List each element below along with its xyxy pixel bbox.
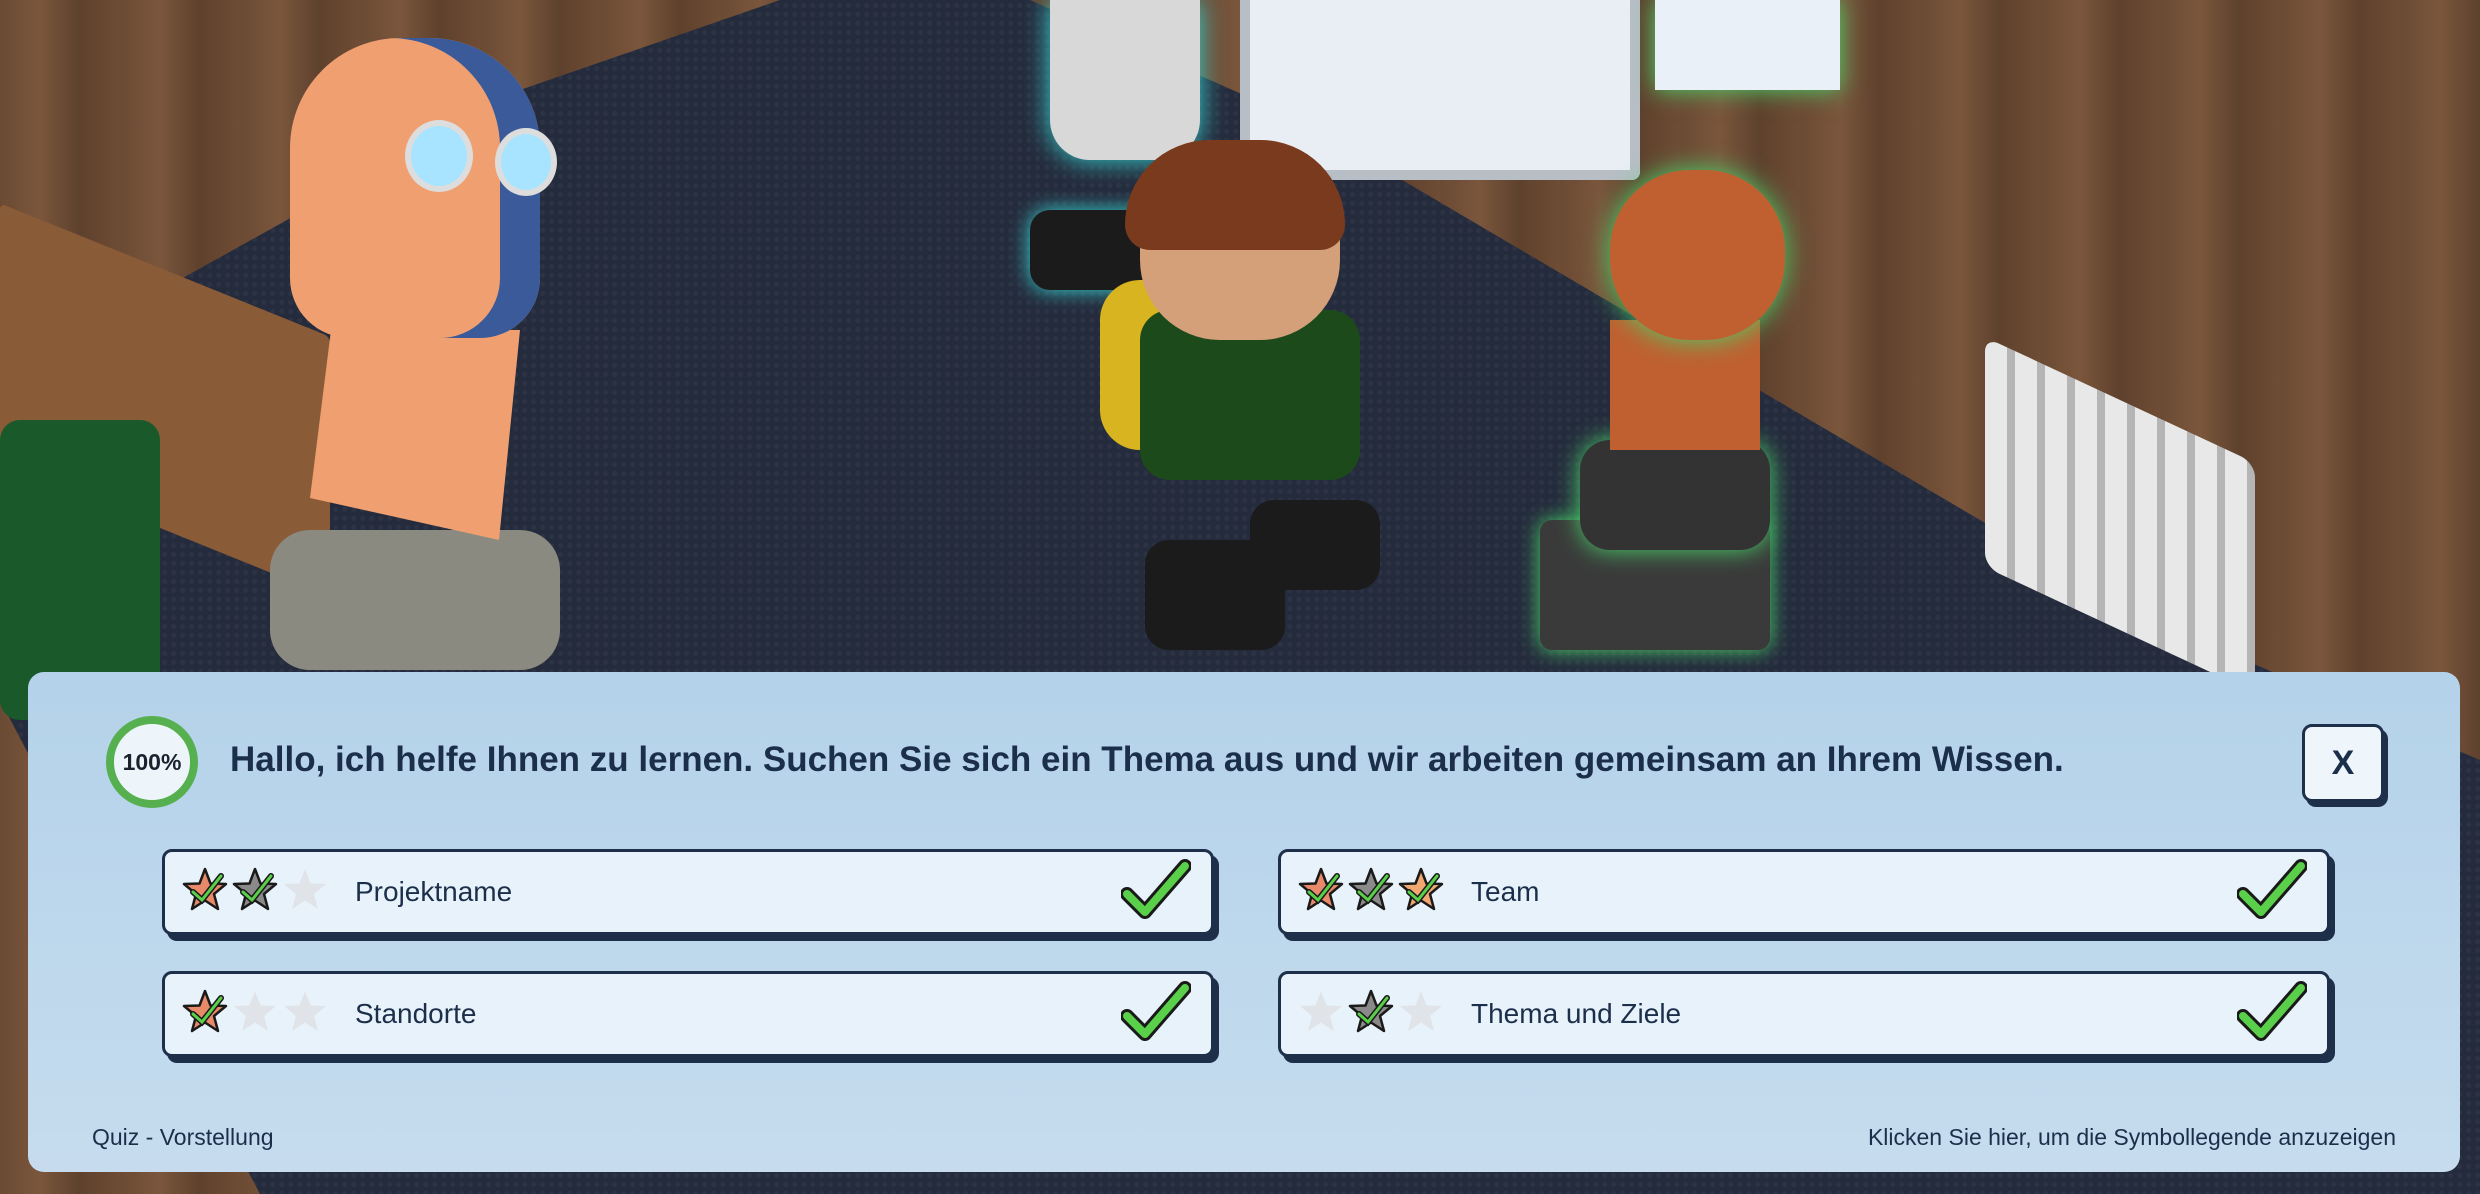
star-checked-icon bbox=[1347, 866, 1395, 914]
star-checked-icon bbox=[1297, 866, 1345, 914]
star-icon bbox=[1397, 988, 1445, 1036]
quiz-title: Quiz - Vorstellung bbox=[92, 1124, 274, 1150]
greeting-text: Hallo, ich helfe Ihnen zu lernen. Suchen… bbox=[230, 740, 2064, 779]
robot-eye bbox=[495, 128, 557, 196]
robot-base bbox=[270, 530, 560, 670]
topic-projektname[interactable]: Projektname bbox=[162, 849, 1214, 935]
star-checked-icon bbox=[181, 866, 229, 914]
checkmark-icon bbox=[1121, 980, 1191, 1044]
topic-stars bbox=[1297, 866, 1445, 916]
robot-eye bbox=[405, 120, 473, 192]
topic-stars bbox=[1297, 988, 1445, 1038]
star-checked-icon bbox=[1397, 866, 1445, 914]
topic-label: Thema und Ziele bbox=[1471, 998, 1682, 1029]
robot-npc-head bbox=[1610, 170, 1785, 340]
star-checked-icon bbox=[1347, 988, 1395, 1036]
star-icon bbox=[281, 866, 329, 914]
avatar-shoe bbox=[1250, 500, 1380, 590]
topic-label: Standorte bbox=[355, 998, 477, 1029]
topic-stars bbox=[181, 866, 329, 916]
close-button[interactable]: X bbox=[2302, 724, 2384, 802]
checkmark-icon bbox=[2237, 980, 2307, 1044]
star-checked-icon bbox=[231, 866, 279, 914]
topic-standorte[interactable]: Standorte bbox=[162, 971, 1214, 1057]
avatar-background bbox=[1050, 0, 1200, 160]
topic-label: Projektname bbox=[355, 876, 513, 907]
star-checked-icon bbox=[181, 988, 229, 1036]
progress-indicator: 100% bbox=[106, 716, 198, 808]
checkmark-icon bbox=[1121, 858, 1191, 922]
legend-link[interactable]: Klicken Sie hier, um die Symbollegende a… bbox=[1868, 1124, 2396, 1151]
checkmark-icon bbox=[2237, 858, 2307, 922]
topic-team[interactable]: Team bbox=[1278, 849, 2330, 935]
topic-stars bbox=[181, 988, 329, 1038]
topic-label: Team bbox=[1471, 876, 1540, 907]
quiz-panel: 100% Hallo, ich helfe Ihnen zu lernen. S… bbox=[28, 672, 2460, 1172]
robot-head bbox=[290, 38, 540, 338]
topic-thema-und-ziele[interactable]: Thema und Ziele bbox=[1278, 971, 2330, 1057]
star-icon bbox=[231, 988, 279, 1036]
robot-npc-base bbox=[1580, 440, 1770, 550]
star-icon bbox=[281, 988, 329, 1036]
star-icon bbox=[1297, 988, 1345, 1036]
wall-poster bbox=[1655, 0, 1840, 90]
